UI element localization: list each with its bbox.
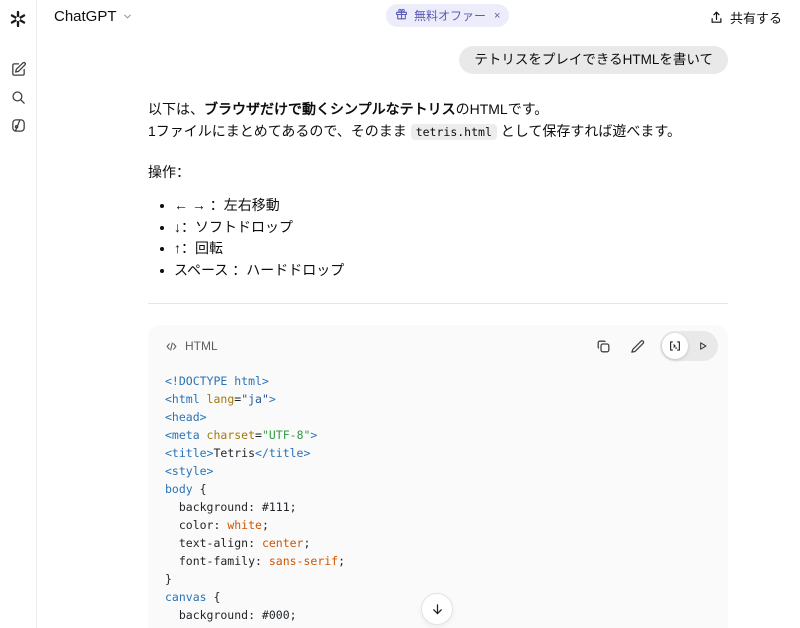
divider <box>148 303 728 304</box>
code-block-header: HTML <box>148 325 728 367</box>
code-line: <style> <box>165 462 711 480</box>
assistant-intro-line: 以下は、ブラウザだけで動くシンプルなテトリスのHTMLです。 <box>148 98 728 120</box>
assistant-save-line: 1ファイルにまとめてあるので、そのまま tetris.html として保存すれば… <box>148 120 728 143</box>
code-icon <box>165 340 178 353</box>
list-item: ← → ：左右移動 <box>148 195 728 217</box>
user-message-bubble: テトリスをプレイできるHTMLを書いて <box>459 46 728 74</box>
code-line: } <box>165 570 711 588</box>
assistant-message: 以下は、ブラウザだけで動くシンプルなテトリスのHTMLです。 1ファイルにまとめ… <box>148 98 728 304</box>
code-view-toggle <box>660 331 718 361</box>
chatgpt-window: ChatGPT 無料オファー × 共有する <box>0 0 800 628</box>
close-icon[interactable]: × <box>494 10 500 22</box>
library-icon[interactable] <box>6 113 30 137</box>
code-block: HTML <box>148 325 728 628</box>
list-item: ↓：ソフトドロップ <box>148 217 728 239</box>
model-switcher[interactable]: ChatGPT <box>48 6 139 27</box>
arrow-down-icon <box>430 602 445 617</box>
app-title: ChatGPT <box>54 8 117 25</box>
code-language: HTML <box>165 339 218 353</box>
gift-icon <box>395 8 408 24</box>
code-line: <head> <box>165 408 711 426</box>
controls-heading: 操作： <box>148 161 728 183</box>
code-line: color: white; <box>165 516 711 534</box>
search-icon[interactable] <box>6 85 30 109</box>
scroll-to-bottom-button[interactable] <box>421 593 453 625</box>
run-code-icon[interactable] <box>690 334 716 358</box>
assistant-intro-bold: ブラウザだけで動くシンプルなテトリス <box>204 101 456 117</box>
openai-logo[interactable] <box>6 7 30 31</box>
edit-icon[interactable] <box>626 335 648 357</box>
promo-badge-label: 無料オファー <box>414 7 486 24</box>
promo-badge[interactable]: 無料オファー × <box>386 4 509 27</box>
chevron-down-icon <box>122 11 133 22</box>
sidebar <box>0 0 37 628</box>
code-line: <!DOCTYPE html> <box>165 372 711 390</box>
code-line: font-family: sans-serif; <box>165 552 711 570</box>
code-line: text-align: center; <box>165 534 711 552</box>
list-item: スペース ：ハードドロップ <box>148 260 728 282</box>
inline-code-filename: tetris.html <box>411 124 497 140</box>
code-line: <title>Tetris</title> <box>165 444 711 462</box>
code-line: <meta charset="UTF-8"> <box>165 426 711 444</box>
code-line: body { <box>165 480 711 498</box>
main-panel: ChatGPT 無料オファー × 共有する <box>37 0 800 628</box>
code-line: <html lang="ja"> <box>165 390 711 408</box>
code-line: background: #111; <box>165 498 711 516</box>
copy-icon[interactable] <box>592 335 614 357</box>
new-chat-icon[interactable] <box>6 57 30 81</box>
share-button-label: 共有する <box>730 8 782 27</box>
list-item: ↑：回転 <box>148 238 728 260</box>
upload-icon <box>709 10 724 25</box>
controls-list: ← → ：左右移動↓：ソフトドロップ↑：回転スペース ：ハードドロップ <box>148 195 728 281</box>
code-language-label: HTML <box>185 339 218 353</box>
share-button[interactable]: 共有する <box>702 5 789 30</box>
topbar: ChatGPT 無料オファー × 共有する <box>37 0 800 34</box>
canvas-code-icon[interactable] <box>662 333 688 359</box>
conversation: テトリスをプレイできるHTMLを書いて 以下は、ブラウザだけで動くシンプルなテト… <box>148 46 728 628</box>
code-content: <!DOCTYPE html><html lang="ja"><head><me… <box>148 367 728 628</box>
